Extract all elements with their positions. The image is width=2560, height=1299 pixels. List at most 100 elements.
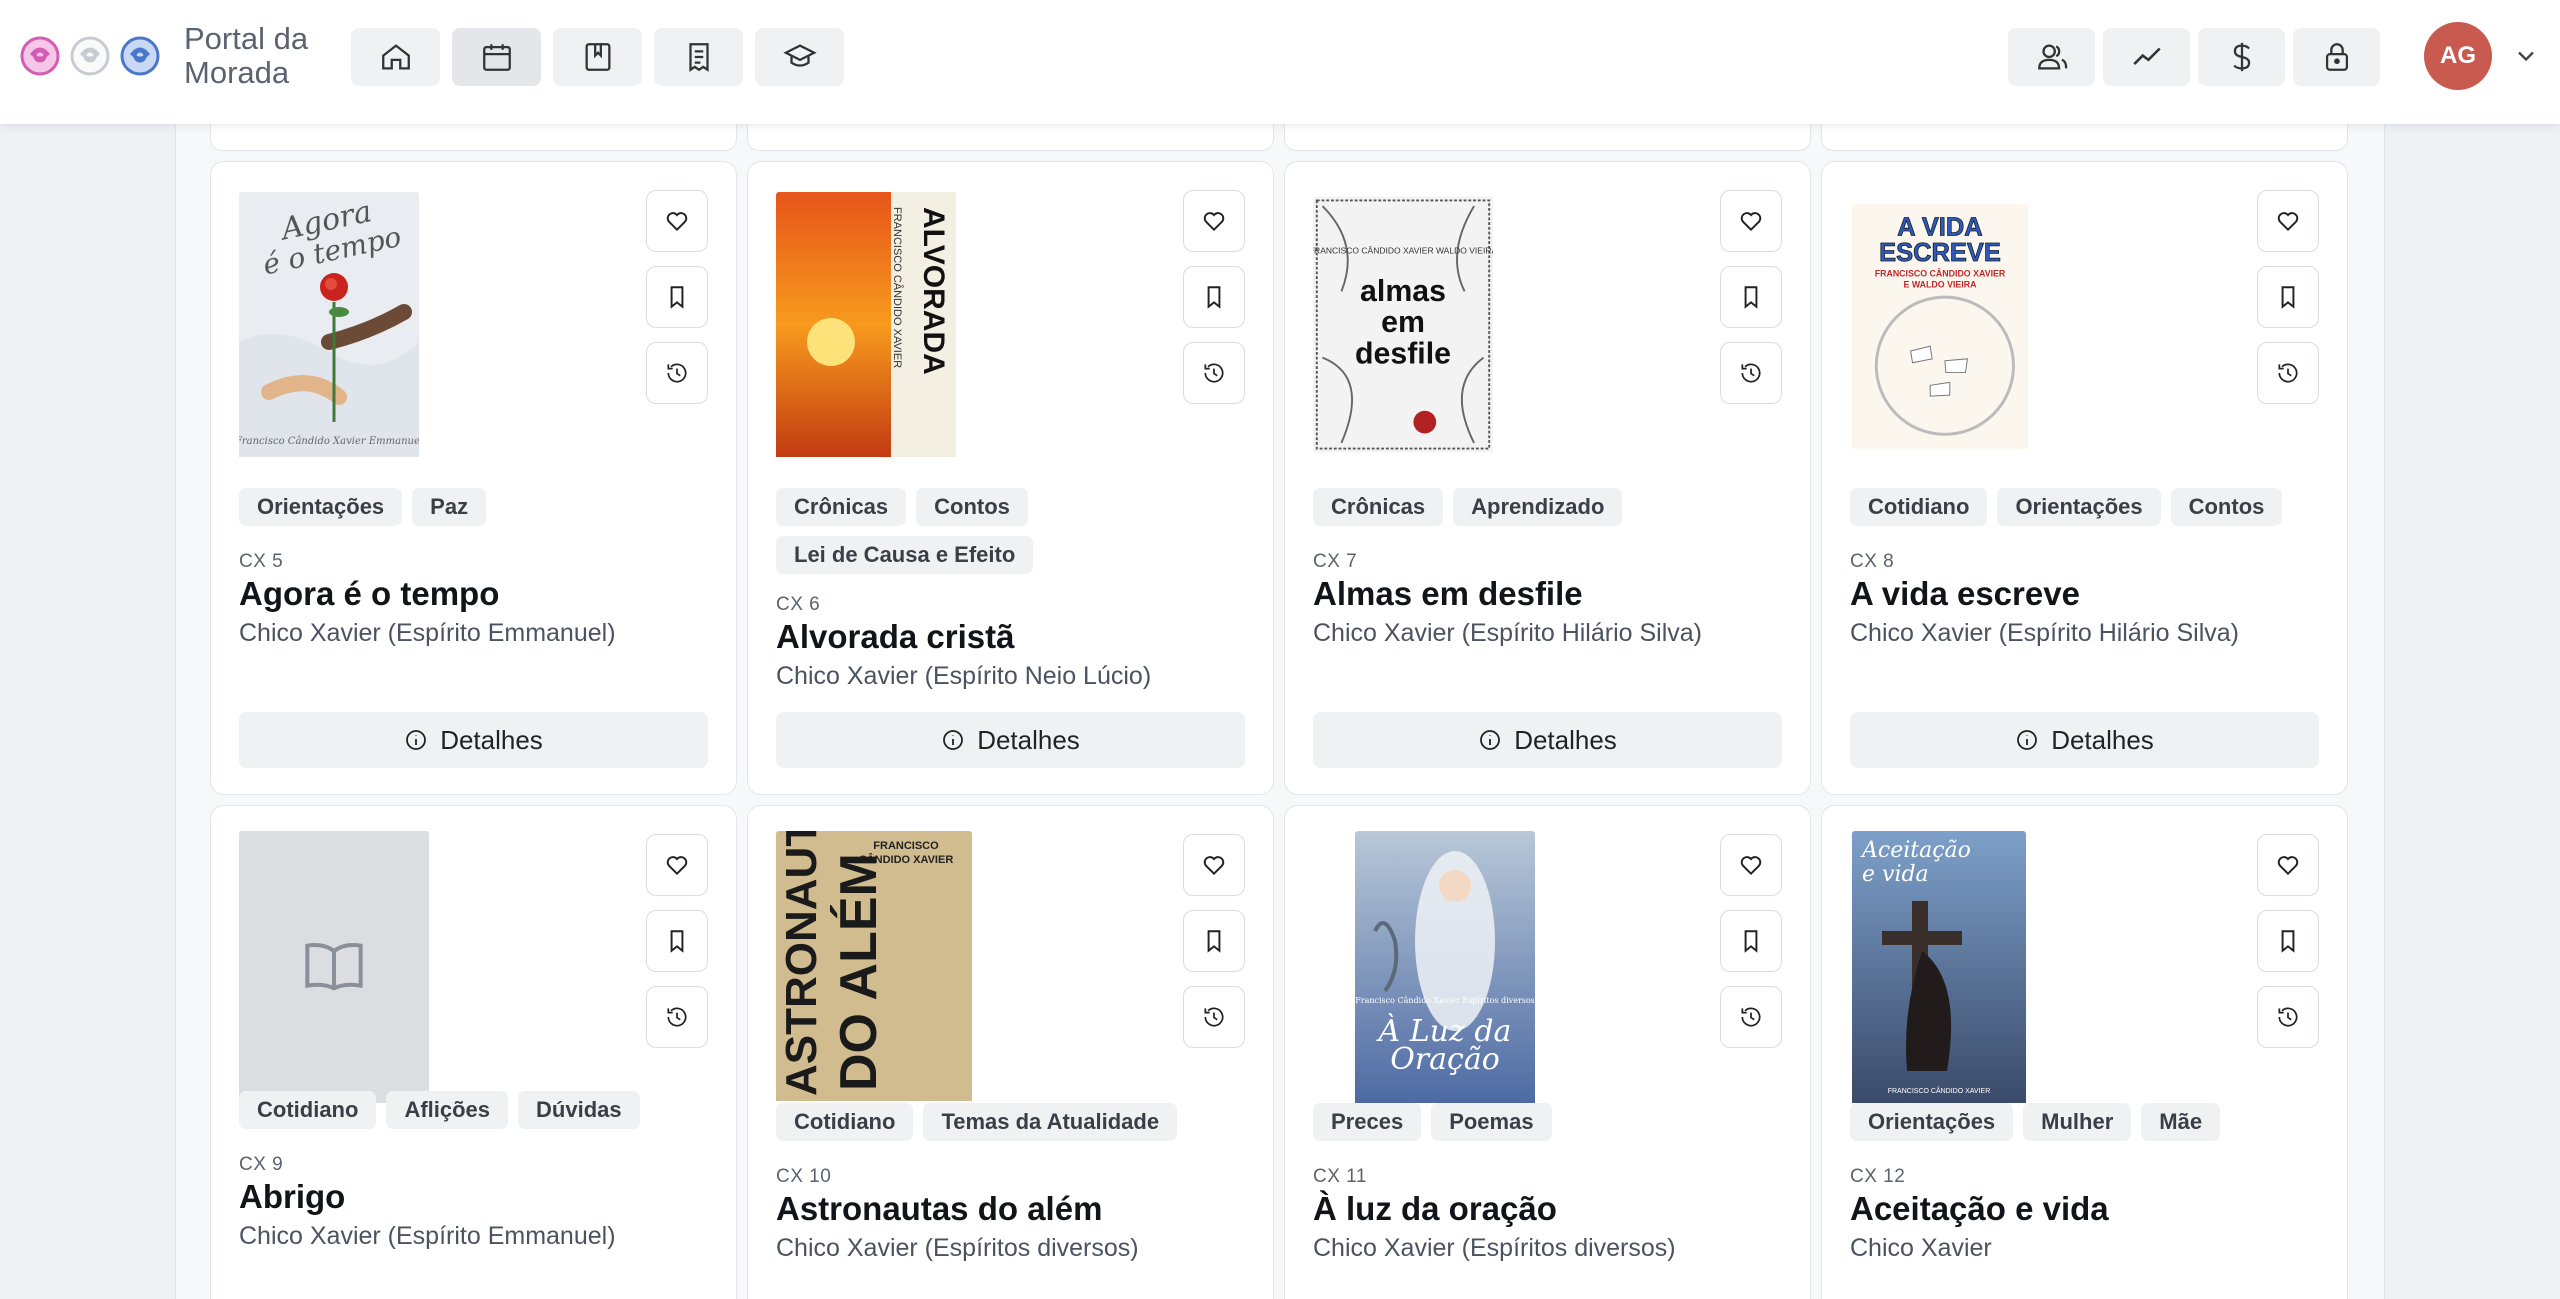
tag-chip[interactable]: Mulher (2023, 1103, 2132, 1141)
book-cover[interactable]: Agora é o tempo Francisco Cândido Xavier… (239, 192, 419, 462)
book-author: Chico Xavier (1850, 1234, 1992, 1262)
nav-calendar-button[interactable] (452, 28, 541, 86)
nav-security-button[interactable] (2293, 28, 2380, 86)
nav-receipt-button[interactable] (654, 28, 743, 86)
card-actions (646, 190, 708, 404)
favorite-button[interactable] (1720, 190, 1782, 252)
bookmark-button[interactable] (2257, 910, 2319, 972)
tag-chip[interactable]: Orientações (1850, 1103, 2014, 1141)
svg-text:desfile: desfile (1355, 337, 1451, 370)
book-title[interactable]: Agora é o tempo (239, 575, 708, 613)
bookmark-icon (1744, 930, 1758, 953)
chevron-down-icon[interactable] (2512, 42, 2540, 70)
book-card[interactable]: Agora é o tempo Francisco Cândido Xavier… (210, 161, 737, 795)
details-button[interactable]: Detalhes (1313, 712, 1782, 768)
top-navbar: Portal da Morada AG (0, 0, 2560, 124)
tag-chip[interactable]: Contos (2170, 488, 2283, 526)
tag-chip[interactable]: Temas da Atualidade (923, 1103, 1178, 1141)
favorite-button[interactable] (2257, 190, 2319, 252)
details-button[interactable]: Detalhes (776, 712, 1245, 768)
favorite-button[interactable] (646, 834, 708, 896)
book-cover[interactable]: A VIDA ESCREVE FRANCISCO CÂNDIDO XAVIER … (1850, 204, 2030, 454)
book-cover[interactable]: ALVORADA FRANCISCO CÂNDIDO XAVIER (776, 192, 956, 462)
favorite-button[interactable] (2257, 834, 2319, 896)
bookmark-button[interactable] (1183, 910, 1245, 972)
book-card[interactable]: A VIDA ESCREVE FRANCISCO CÂNDIDO XAVIER … (1821, 161, 2348, 795)
tag-chip[interactable]: Cotidiano (239, 1091, 377, 1129)
tag-chip[interactable]: Paz (412, 488, 487, 526)
tag-chip[interactable]: Crônicas (1313, 488, 1444, 526)
history-button[interactable] (1183, 986, 1245, 1048)
bookmark-button[interactable] (646, 266, 708, 328)
history-icon (2278, 363, 2298, 383)
cover-placeholder (239, 831, 429, 1103)
tag-chip[interactable]: Dúvidas (518, 1091, 640, 1129)
book-card[interactable]: Francisco Cândido Xavier Espíritos diver… (1284, 805, 1811, 1299)
nav-courses-button[interactable] (755, 28, 844, 86)
book-title[interactable]: A vida escreve (1850, 575, 2319, 613)
tag-chip[interactable]: Orientações (239, 488, 403, 526)
tag-chip[interactable]: Aflições (386, 1091, 509, 1129)
favorite-button[interactable] (1183, 190, 1245, 252)
book-cover[interactable]: Francisco Cândido Xavier Espíritos diver… (1355, 831, 1535, 1108)
book-meta: CX 6 Alvorada cristã Chico Xavier (Espír… (776, 594, 1245, 691)
card-actions (2257, 834, 2319, 1048)
bookmark-button[interactable] (1720, 266, 1782, 328)
tag-chip[interactable]: Mãe (2141, 1103, 2221, 1141)
history-button[interactable] (1183, 342, 1245, 404)
bookmark-button[interactable] (1720, 910, 1782, 972)
history-button[interactable] (1720, 342, 1782, 404)
tag-chip[interactable]: Aprendizado (1453, 488, 1623, 526)
bookmark-button[interactable] (646, 910, 708, 972)
details-button[interactable]: Detalhes (239, 712, 708, 768)
svg-text:ASTRONAUTAS: ASTRONAUTAS (777, 831, 826, 1096)
book-code: CX 5 (239, 551, 284, 572)
nav-stats-button[interactable] (2103, 28, 2190, 86)
avatar[interactable]: AG (2424, 22, 2492, 90)
book-cover[interactable]: Aceitação e vida FRANCISCO CÂNDIDO XAVIE… (1852, 831, 2026, 1108)
receipt-icon (688, 43, 709, 72)
tag-chip[interactable]: Orientações (1997, 488, 2161, 526)
book-title[interactable]: Abrigo (239, 1178, 708, 1216)
tag-chip[interactable]: Lei de Causa e Efeito (776, 536, 1034, 574)
details-button[interactable]: Detalhes (1850, 712, 2319, 768)
history-icon (1741, 1007, 1761, 1027)
book-author: Chico Xavier (Espírito Hilário Silva) (1313, 619, 1703, 647)
book-cover[interactable]: FRANCISCO CÂNDIDO XAVIER ASTRONAUTAS DO … (776, 831, 972, 1106)
brand-name[interactable]: Portal da Morada (184, 22, 344, 90)
book-title[interactable]: Alvorada cristã (776, 618, 1245, 656)
book-title[interactable]: Astronautas do além (776, 1190, 1245, 1228)
tag-chip[interactable]: Preces (1313, 1103, 1422, 1141)
book-title[interactable]: Aceitação e vida (1850, 1190, 2319, 1228)
book-card[interactable]: ALVORADA FRANCISCO CÂNDIDO XAVIER Crônic… (747, 161, 1274, 795)
tag-chip[interactable]: Cotidiano (776, 1103, 914, 1141)
tag-chip[interactable]: Poemas (1431, 1103, 1552, 1141)
history-button[interactable] (646, 986, 708, 1048)
nav-library-button[interactable] (553, 28, 642, 86)
nav-home-button[interactable] (351, 28, 440, 86)
favorite-button[interactable] (1183, 834, 1245, 896)
tag-chip[interactable]: Contos (916, 488, 1028, 526)
history-button[interactable] (646, 342, 708, 404)
book-card[interactable]: Aceitação e vida FRANCISCO CÂNDIDO XAVIE… (1821, 805, 2348, 1299)
nav-users-button[interactable] (2008, 28, 2095, 86)
book-title[interactable]: Almas em desfile (1313, 575, 1782, 613)
logo[interactable] (18, 34, 162, 78)
book-cover[interactable] (239, 831, 429, 1103)
tag-chip[interactable]: Crônicas (776, 488, 907, 526)
tag-chip[interactable]: Cotidiano (1850, 488, 1988, 526)
bookmark-button[interactable] (1183, 266, 1245, 328)
favorite-button[interactable] (646, 190, 708, 252)
history-button[interactable] (2257, 986, 2319, 1048)
heart-icon (1740, 856, 1762, 876)
nav-finance-button[interactable] (2198, 28, 2285, 86)
history-button[interactable] (2257, 342, 2319, 404)
favorite-button[interactable] (1720, 834, 1782, 896)
history-button[interactable] (1720, 986, 1782, 1048)
book-card[interactable]: FRANCISCO CÂNDIDO XAVIER WALDO VIEIRA al… (1284, 161, 1811, 795)
book-card[interactable]: FRANCISCO CÂNDIDO XAVIER ASTRONAUTAS DO … (747, 805, 1274, 1299)
bookmark-button[interactable] (2257, 266, 2319, 328)
book-card[interactable]: Cotidiano Aflições Dúvidas CX 9 Abrigo Chi… (210, 805, 737, 1299)
book-cover[interactable]: FRANCISCO CÂNDIDO XAVIER WALDO VIEIRA al… (1313, 192, 1493, 462)
book-title[interactable]: À luz da oração (1313, 1190, 1782, 1228)
